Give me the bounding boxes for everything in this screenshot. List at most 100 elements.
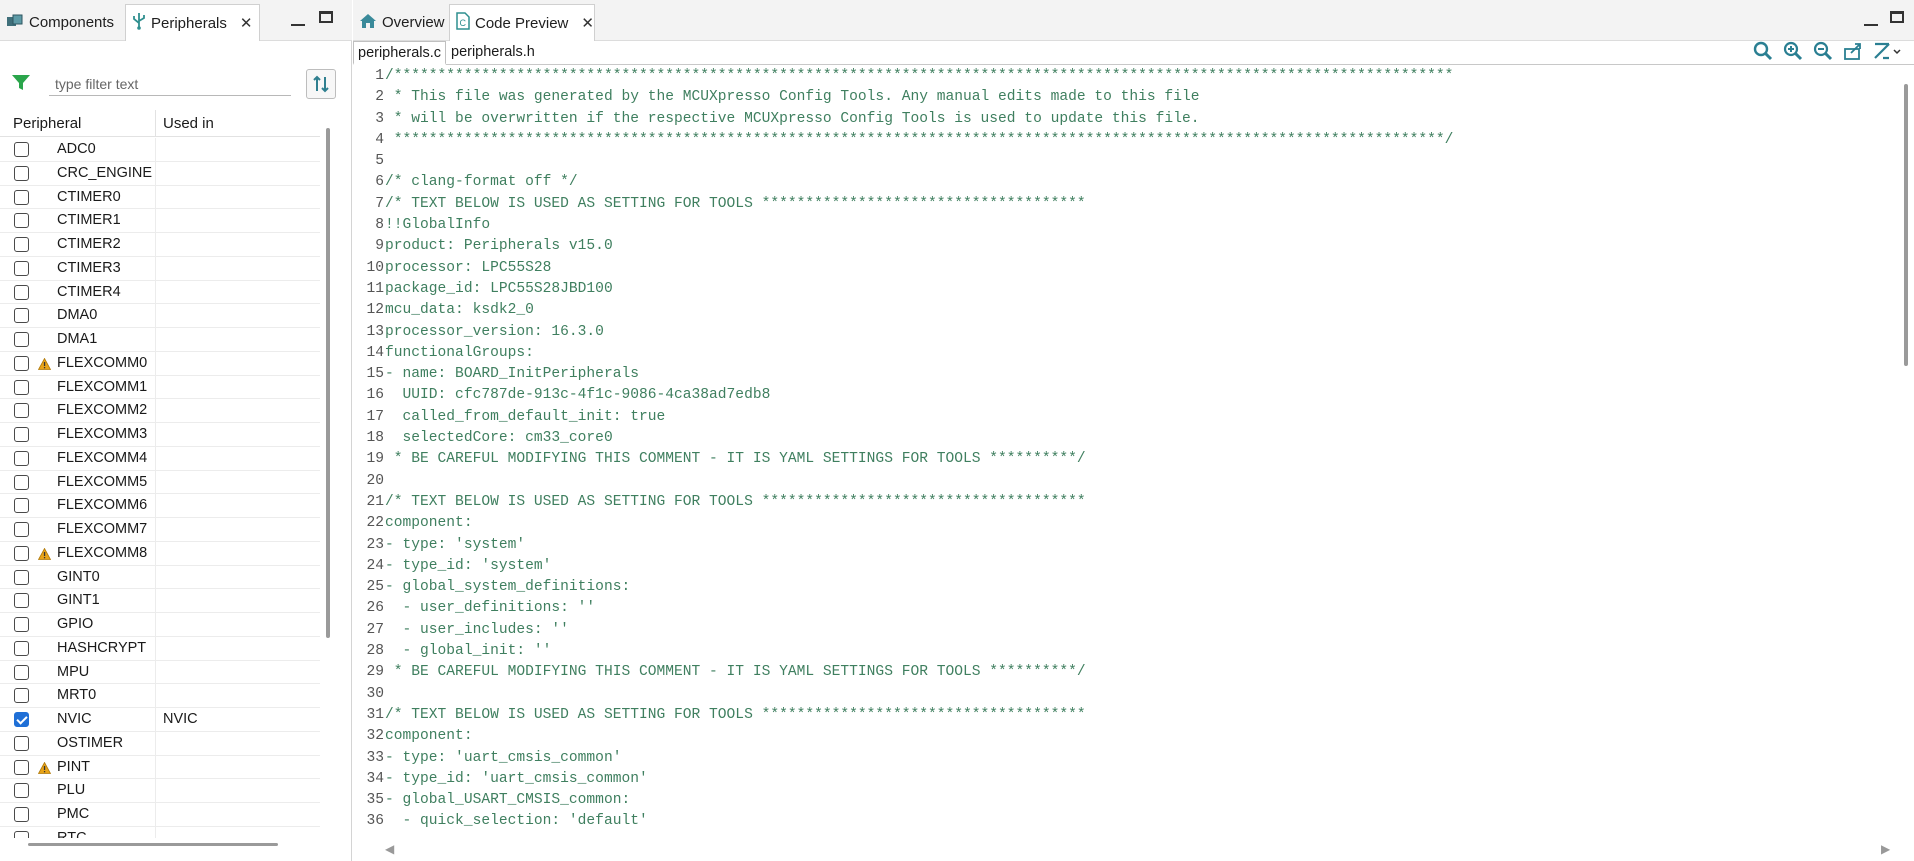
row-checkbox[interactable] xyxy=(14,474,29,490)
vertical-scrollbar[interactable] xyxy=(326,128,330,638)
maximize-icon[interactable] xyxy=(319,10,333,26)
zoom-in-icon[interactable] xyxy=(1782,40,1804,62)
table-row[interactable]: FLEXCOMM3 xyxy=(0,423,320,447)
row-checkbox[interactable] xyxy=(14,403,29,419)
horizontal-scrollbar[interactable]: ◀ ▶ xyxy=(353,840,1893,860)
row-checkbox[interactable] xyxy=(14,355,29,371)
row-checkbox[interactable] xyxy=(14,545,29,561)
table-row[interactable]: ADC0 xyxy=(0,138,320,162)
row-checkbox[interactable] xyxy=(14,617,29,632)
table-row[interactable]: CTIMER0 xyxy=(0,185,320,210)
row-checkbox[interactable] xyxy=(14,498,29,514)
export-icon[interactable] xyxy=(1842,40,1864,62)
row-checkbox[interactable] xyxy=(14,165,29,181)
close-icon[interactable]: ✕ xyxy=(581,14,594,32)
row-checkbox[interactable] xyxy=(14,427,29,442)
sort-button[interactable] xyxy=(306,69,336,99)
table-row[interactable]: FLEXCOMM6 xyxy=(0,494,320,518)
row-checkbox[interactable] xyxy=(14,593,29,609)
table-row[interactable]: RTC xyxy=(0,826,320,838)
table-row[interactable]: PINT xyxy=(0,755,320,780)
row-checkbox[interactable] xyxy=(14,379,29,395)
table-row[interactable]: OSTIMER xyxy=(0,731,320,756)
table-row[interactable]: NVIC NVIC xyxy=(0,708,320,732)
table-row[interactable]: GINT1 xyxy=(0,589,320,613)
row-checkbox[interactable] xyxy=(14,308,29,324)
filter-icon[interactable] xyxy=(11,73,31,96)
peripheral-name: CTIMER3 xyxy=(57,259,121,276)
filter-input[interactable] xyxy=(49,72,291,96)
peripheral-name: FLEXCOMM1 xyxy=(57,378,148,395)
row-checkbox[interactable] xyxy=(14,688,29,704)
row-checkbox[interactable] xyxy=(14,712,29,727)
row-checkbox[interactable] xyxy=(14,237,29,252)
row-checkbox[interactable] xyxy=(14,213,29,229)
table-row[interactable]: MRT0 xyxy=(0,684,320,708)
row-checkbox[interactable] xyxy=(14,260,29,276)
row-checkbox[interactable] xyxy=(14,142,29,157)
table-row[interactable]: FLEXCOMM7 xyxy=(0,518,320,542)
table-row[interactable]: CRC_ENGINE xyxy=(0,161,320,186)
minimize-icon[interactable] xyxy=(1864,13,1878,29)
row-checkbox[interactable] xyxy=(14,664,29,680)
table-row[interactable]: CTIMER4 xyxy=(0,280,320,305)
table-row[interactable]: GINT0 xyxy=(0,565,320,590)
table-row[interactable]: FLEXCOMM8 xyxy=(0,541,320,566)
zoom-out-icon[interactable] xyxy=(1812,40,1834,62)
tab-overview[interactable]: Overview xyxy=(353,4,448,41)
row-checkbox[interactable] xyxy=(14,332,29,347)
scroll-left-icon[interactable]: ◀ xyxy=(385,842,394,856)
table-row[interactable]: FLEXCOMM5 xyxy=(0,470,320,495)
column-header-used-in[interactable]: Used in xyxy=(163,115,214,132)
row-checkbox[interactable] xyxy=(14,783,29,799)
peripheral-name: FLEXCOMM0 xyxy=(57,354,148,371)
row-checkbox[interactable] xyxy=(14,807,29,822)
table-row[interactable]: PLU xyxy=(0,779,320,803)
code-editor[interactable]: 1/**************************************… xyxy=(353,68,1893,840)
table-row[interactable]: FLEXCOMM1 xyxy=(0,375,320,400)
column-header-peripheral[interactable]: Peripheral xyxy=(13,115,81,132)
table-row[interactable]: CTIMER1 xyxy=(0,209,320,233)
row-checkbox[interactable] xyxy=(14,284,29,300)
table-row[interactable]: HASHCRYPT xyxy=(0,636,320,661)
code-line: 15- name: BOARD_InitPeripherals xyxy=(353,366,1893,387)
scroll-right-icon[interactable]: ▶ xyxy=(1881,842,1890,856)
table-row[interactable]: FLEXCOMM2 xyxy=(0,399,320,423)
table-row[interactable]: DMA1 xyxy=(0,328,320,352)
line-number: 19 xyxy=(366,451,384,468)
maximize-icon[interactable] xyxy=(1890,10,1904,26)
svg-text:C: C xyxy=(460,18,467,28)
tab-code-preview[interactable]: C Code Preview ✕ xyxy=(449,4,595,41)
table-row[interactable]: FLEXCOMM0 xyxy=(0,351,320,376)
vertical-scrollbar[interactable] xyxy=(1904,84,1908,366)
row-checkbox[interactable] xyxy=(14,759,29,775)
tab-components[interactable]: Components xyxy=(0,4,124,41)
table-row[interactable]: PMC xyxy=(0,803,320,827)
file-tab-peripherals-h[interactable]: peripherals.h xyxy=(447,41,539,65)
row-checkbox[interactable] xyxy=(14,569,29,585)
search-icon[interactable] xyxy=(1752,40,1774,62)
row-checkbox[interactable] xyxy=(14,450,29,466)
settings-dropdown-icon[interactable] xyxy=(1872,40,1902,62)
code-line: 4 **************************************… xyxy=(353,132,1893,153)
horizontal-scrollbar[interactable] xyxy=(28,843,278,846)
file-tab-peripherals-c[interactable]: peripherals.c xyxy=(353,41,447,65)
table-row[interactable]: DMA0 xyxy=(0,304,320,328)
line-number: 5 xyxy=(375,153,384,170)
row-checkbox[interactable] xyxy=(14,522,29,537)
file-tabs: peripherals.c peripherals.h xyxy=(353,41,1914,65)
row-checkbox[interactable] xyxy=(14,735,29,751)
table-row[interactable]: FLEXCOMM4 xyxy=(0,446,320,471)
minimize-icon[interactable] xyxy=(291,13,305,29)
code-text: - user_includes: '' xyxy=(385,621,569,638)
table-row[interactable]: CTIMER2 xyxy=(0,233,320,257)
row-checkbox[interactable] xyxy=(14,640,29,656)
close-icon[interactable]: ✕ xyxy=(240,14,253,32)
table-row[interactable]: MPU xyxy=(0,660,320,685)
line-number: 26 xyxy=(366,600,384,617)
table-row[interactable]: CTIMER3 xyxy=(0,256,320,281)
row-checkbox[interactable] xyxy=(14,830,29,838)
tab-peripherals[interactable]: Peripherals ✕ xyxy=(125,4,260,41)
table-row[interactable]: GPIO xyxy=(0,613,320,637)
row-checkbox[interactable] xyxy=(14,189,29,205)
